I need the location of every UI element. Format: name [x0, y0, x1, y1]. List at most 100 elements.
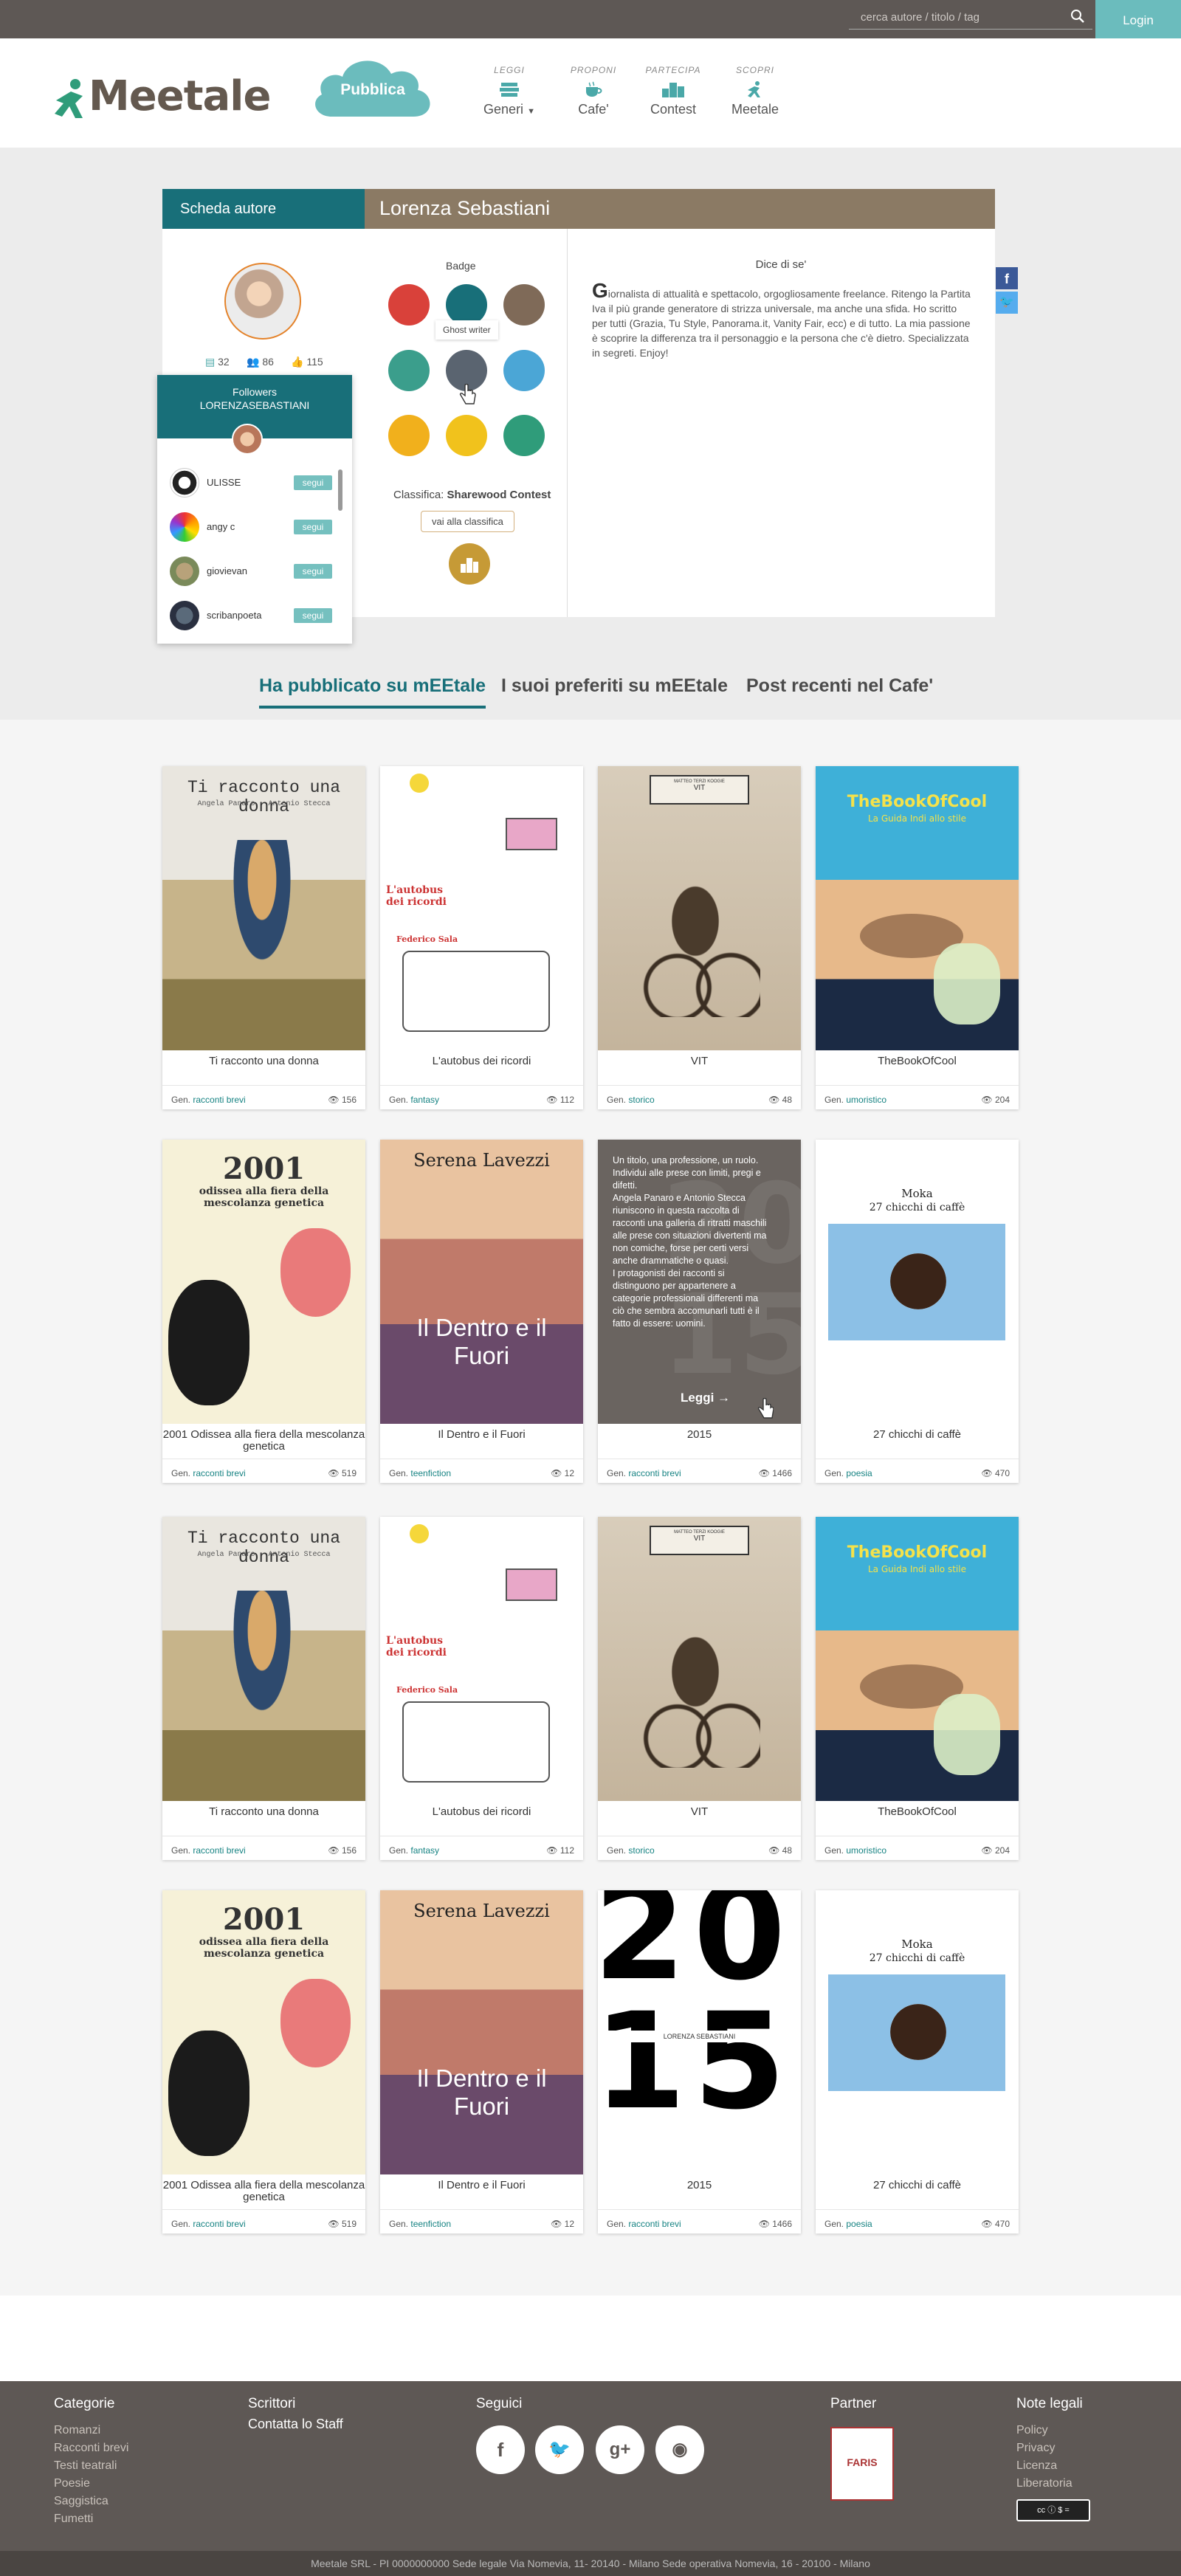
book-title[interactable]: 27 chicchi di caffè [816, 2180, 1019, 2191]
contatta-staff-link[interactable]: Contatta lo Staff [248, 2417, 343, 2432]
book-title[interactable]: 2001 Odissea alla fiera della mescolanza… [162, 2180, 365, 2203]
genre-link[interactable]: racconti brevi [193, 1845, 245, 1856]
genre-link[interactable]: teenfiction [410, 2219, 451, 2229]
book-card[interactable]: 2001 odissea alla fiera della mescolanza … [162, 1140, 365, 1483]
partner-logo[interactable]: FARIS [830, 2427, 894, 2501]
footer-link[interactable]: Saggistica [54, 2495, 109, 2508]
book-card[interactable]: TheBookOfCool La Guida Indi allo stile The… [816, 1517, 1019, 1860]
segui-button[interactable]: segui [294, 608, 332, 623]
genre-link[interactable]: racconti brevi [193, 1095, 245, 1105]
book-card[interactable]: MATTEO TERZI KOOGIE VIT VIT Gen. storico 👁 4… [598, 1517, 801, 1860]
book-title[interactable]: TheBookOfCool [816, 1055, 1019, 1067]
book-card[interactable]: Ti racconto una donna Angela Panaro - Ant… [162, 1517, 365, 1860]
tab-pubblicato[interactable]: Ha pubblicato su mEEtale [259, 675, 486, 709]
book-title[interactable]: 2015 [598, 1429, 801, 1441]
book-title[interactable]: TheBookOfCool [816, 1806, 1019, 1818]
segui-button[interactable]: segui [294, 564, 332, 579]
genre-link[interactable]: racconti brevi [628, 1468, 681, 1478]
book-cover[interactable]: Moka 27 chicchi di caffè [816, 1140, 1019, 1424]
book-cover[interactable]: TheBookOfCool La Guida Indi allo stile [816, 1517, 1019, 1801]
book-title[interactable]: L'autobus dei ricordi [380, 1055, 583, 1067]
badge-wing-icon[interactable] [503, 350, 545, 391]
podium-badge-icon[interactable] [449, 543, 490, 585]
footer-link[interactable]: Liberatoria [1016, 2477, 1072, 2490]
footer-link[interactable]: Fumetti [54, 2513, 93, 2526]
book-cover[interactable]: Moka 27 chicchi di caffè [816, 1890, 1019, 2174]
book-cover[interactable]: MATTEO TERZI KOOGIE VIT [598, 1517, 801, 1801]
logo[interactable]: Meetale [89, 72, 271, 120]
nav-meetale[interactable]: SCOPRI Meetale [722, 65, 788, 117]
nav-generi[interactable]: LEGGI Generi ▼ [476, 65, 543, 117]
vai-classifica-button[interactable]: vai alla classifica [421, 511, 514, 532]
genre-link[interactable]: umoristico [846, 1095, 886, 1105]
book-card[interactable]: 20 15 Un titolo, una professione, un ruolo… [598, 1140, 801, 1483]
google-plus-icon[interactable]: g+ [596, 2425, 644, 2474]
book-cover[interactable]: 2001 odissea alla fiera della mescolanza … [162, 1140, 365, 1424]
cover-hover-overlay[interactable]: 20 15 Un titolo, una professione, un ruolo… [598, 1140, 801, 1424]
twitter-icon[interactable]: 🐦 [535, 2425, 584, 2474]
facebook-share-icon[interactable]: f [996, 267, 1018, 289]
book-cover[interactable]: 20 15 Un titolo, una professione, un ruolo… [598, 1140, 801, 1424]
book-cover[interactable]: Ti racconto una donna Angela Panaro - Ant… [162, 1517, 365, 1801]
book-title[interactable]: 2015 [598, 2180, 801, 2191]
badge-typewriter-icon[interactable] [503, 284, 545, 326]
badge-chat-icon[interactable] [446, 415, 487, 456]
login-button[interactable]: Login [1095, 0, 1181, 38]
book-title[interactable]: Il Dentro e il Fuori [380, 1429, 583, 1441]
creative-commons-icon[interactable]: cc ⓘ $ = [1016, 2499, 1090, 2521]
book-title[interactable]: 27 chicchi di caffè [816, 1429, 1019, 1441]
genre-link[interactable]: poesia [846, 2219, 872, 2229]
book-title[interactable]: Ti racconto una donna [162, 1055, 365, 1067]
book-cover[interactable]: 20 15 LORENZA SEBASTIANI [598, 1890, 801, 2174]
genre-link[interactable]: fantasy [410, 1095, 439, 1105]
facebook-icon[interactable]: f [476, 2425, 525, 2474]
footer-link[interactable]: Privacy [1016, 2442, 1055, 2455]
twitter-share-icon[interactable]: 🐦 [996, 292, 1018, 314]
book-card[interactable]: L'autobus dei ricordi Federico Sala L'auto… [380, 1517, 583, 1860]
nav-contest[interactable]: PARTECIPA Contest [640, 65, 706, 117]
genre-link[interactable]: umoristico [846, 1845, 886, 1856]
book-card[interactable]: Moka 27 chicchi di caffè 27 chicchi di caf… [816, 1140, 1019, 1483]
leggi-button[interactable]: Leggi → [681, 1391, 730, 1405]
book-title[interactable]: Ti racconto una donna [162, 1806, 365, 1818]
genre-link[interactable]: racconti brevi [193, 2219, 245, 2229]
book-card[interactable]: Ti racconto una donna Angela Panaro - Ant… [162, 766, 365, 1109]
footer-link[interactable]: Poesie [54, 2477, 90, 2490]
footer-link[interactable]: Licenza [1016, 2459, 1057, 2473]
footer-link[interactable]: Testi teatrali [54, 2459, 117, 2473]
book-title[interactable]: L'autobus dei ricordi [380, 1806, 583, 1818]
badge-glasses-icon[interactable] [388, 350, 430, 391]
search-input[interactable] [849, 4, 1063, 30]
book-card[interactable]: 2001 odissea alla fiera della mescolanza … [162, 1890, 365, 2234]
genre-link[interactable]: racconti brevi [628, 2219, 681, 2229]
book-card[interactable]: Moka 27 chicchi di caffè 27 chicchi di caf… [816, 1890, 1019, 2234]
book-cover[interactable]: Ti racconto una donna Angela Panaro - Ant… [162, 766, 365, 1050]
tab-preferiti[interactable]: I suoi preferiti su mEEtale [501, 675, 728, 706]
book-card[interactable]: MATTEO TERZI KOOGIE VIT VIT Gen. storico 👁 4… [598, 766, 801, 1109]
footer-link[interactable]: Policy [1016, 2424, 1048, 2437]
book-title[interactable]: 2001 Odissea alla fiera della mescolanza… [162, 1429, 365, 1453]
segui-button[interactable]: segui [294, 475, 332, 490]
book-title[interactable]: Il Dentro e il Fuori [380, 2180, 583, 2191]
footer-scrittori-title[interactable]: Scrittori [248, 2396, 295, 2412]
book-cover[interactable]: TheBookOfCool La Guida Indi allo stile [816, 766, 1019, 1050]
book-title[interactable]: VIT [598, 1055, 801, 1067]
book-cover[interactable]: L'autobus dei ricordi Federico Sala [380, 766, 583, 1050]
followers-scrollbar[interactable] [338, 469, 342, 511]
genre-link[interactable]: teenfiction [410, 1468, 451, 1478]
segui-button[interactable]: segui [294, 520, 332, 534]
footer-link[interactable]: Racconti brevi [54, 2442, 128, 2455]
book-card[interactable]: Serena Lavezzi Il Dentro e il Fuori Il Den… [380, 1890, 583, 2234]
book-card[interactable]: 20 15 LORENZA SEBASTIANI 2015 Gen. racconti … [598, 1890, 801, 2234]
book-cover[interactable]: MATTEO TERZI KOOGIE VIT [598, 766, 801, 1050]
genre-link[interactable]: fantasy [410, 1845, 439, 1856]
book-cover[interactable]: L'autobus dei ricordi Federico Sala [380, 1517, 583, 1801]
badge-runner-icon[interactable] [446, 284, 487, 326]
book-card[interactable]: TheBookOfCool La Guida Indi allo stile The… [816, 766, 1019, 1109]
book-cover[interactable]: 2001 odissea alla fiera della mescolanza … [162, 1890, 365, 2174]
genre-link[interactable]: storico [628, 1095, 654, 1105]
nav-cafe[interactable]: PROPONI Cafe' [560, 65, 627, 117]
search-icon[interactable] [1070, 9, 1085, 27]
genre-link[interactable]: racconti brevi [193, 1468, 245, 1478]
pubblica-button[interactable]: Pubblica [310, 55, 435, 118]
